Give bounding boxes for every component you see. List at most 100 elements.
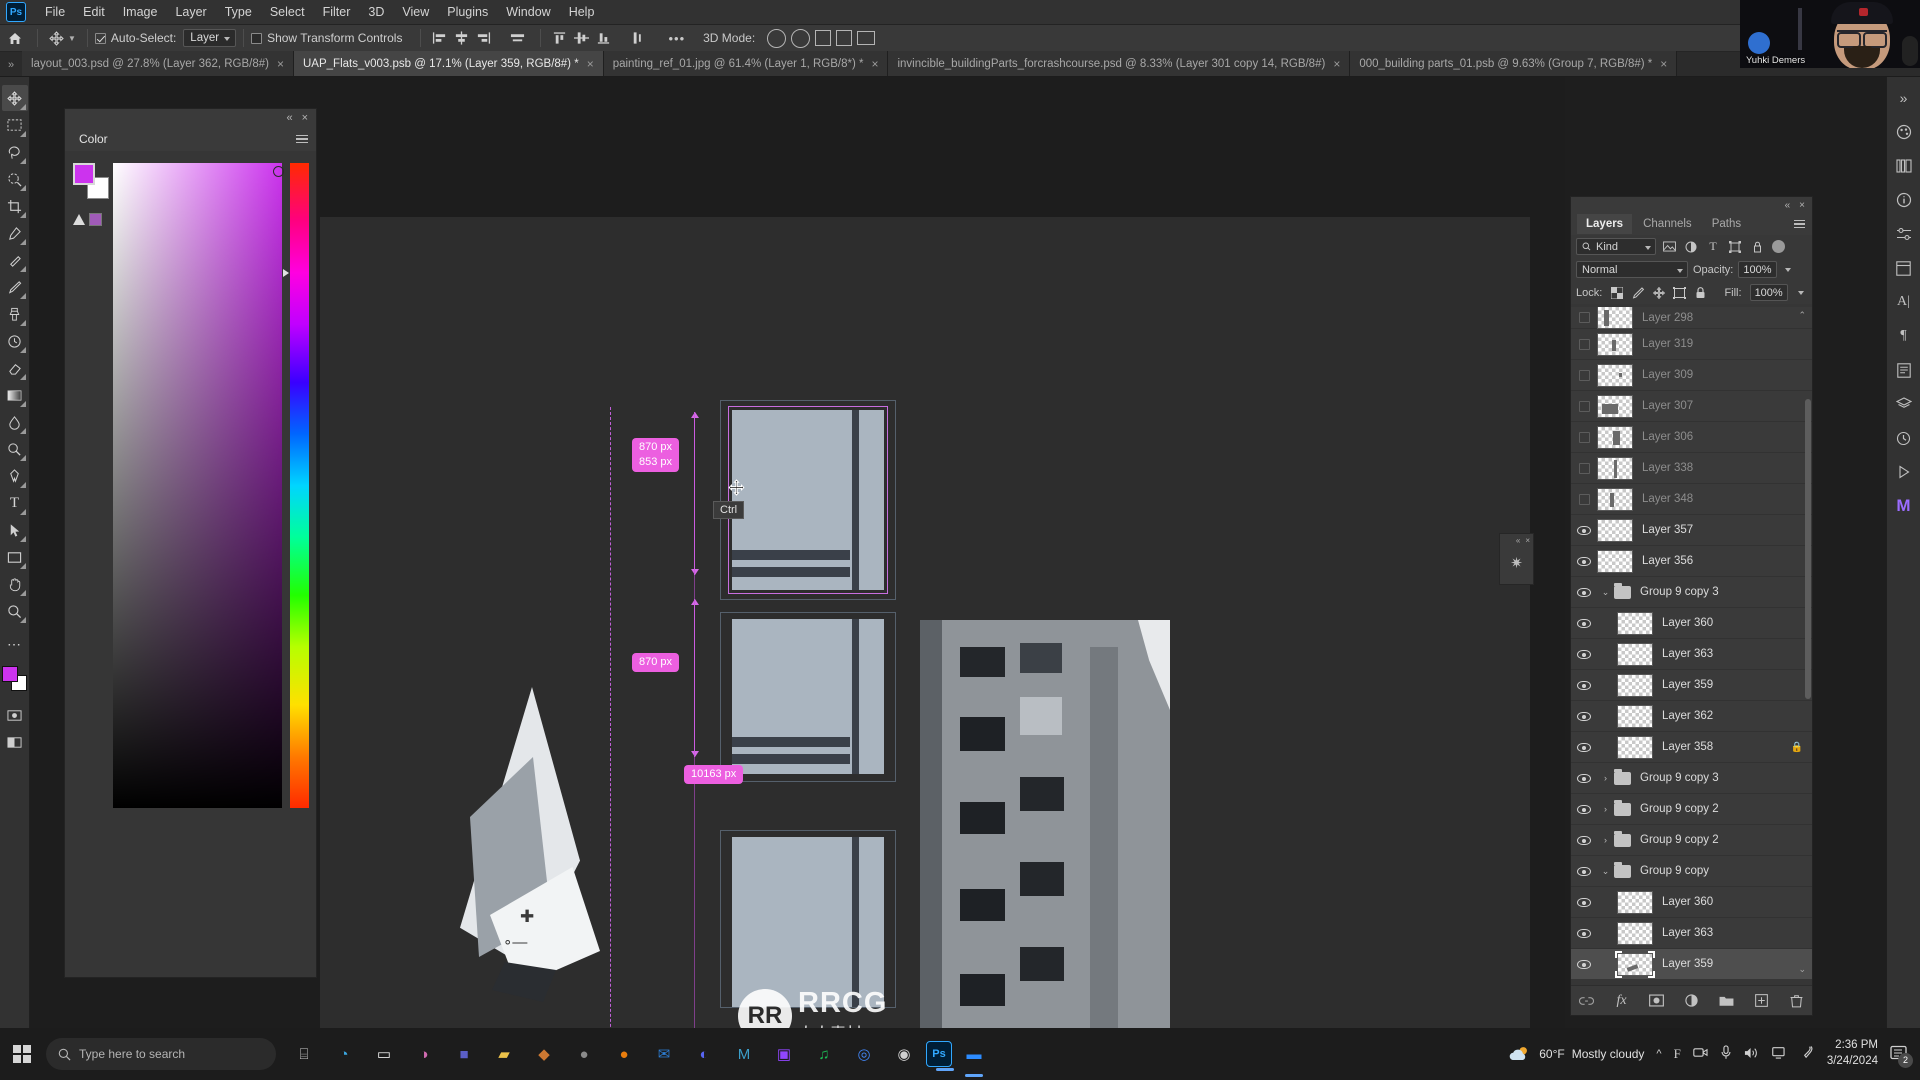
align-vertical-centers-button[interactable]	[570, 28, 592, 48]
notes-panel-icon[interactable]	[1890, 355, 1918, 385]
fill-chevron-down-icon[interactable]	[1796, 284, 1807, 301]
auto-select-checkbox[interactable]	[94, 32, 106, 44]
volume-icon[interactable]	[1744, 1046, 1760, 1063]
align-bottom-edges-button[interactable]	[592, 28, 614, 48]
color-picker-ring[interactable]	[273, 166, 284, 177]
layer-group-row[interactable]: › Group 9 copy 2	[1571, 825, 1812, 856]
distribute-vertically-button[interactable]	[626, 28, 648, 48]
opacity-value[interactable]: 100%	[1738, 261, 1777, 278]
clone-stamp-icon[interactable]	[2, 301, 28, 327]
layer-thumbnail[interactable]	[1597, 332, 1633, 356]
blend-mode-dropdown[interactable]: Normal	[1576, 261, 1688, 278]
link-layers-icon[interactable]	[1578, 992, 1596, 1010]
path-selection-icon[interactable]	[2, 517, 28, 543]
microphone-icon[interactable]	[1720, 1045, 1732, 1063]
align-top-edges-button[interactable]	[548, 28, 570, 48]
layer-group-row[interactable]: ⌄ Group 9 copy	[1571, 856, 1812, 887]
layer-visibility-eye-icon[interactable]	[1571, 608, 1597, 639]
panel-menu-icon[interactable]	[1794, 219, 1805, 229]
spot-healing-brush-icon[interactable]	[2, 247, 28, 273]
menu-3d[interactable]: 3D	[359, 2, 393, 22]
menu-select[interactable]: Select	[261, 2, 314, 22]
crop-icon[interactable]	[2, 193, 28, 219]
f-secure-icon[interactable]: F	[1674, 1046, 1681, 1062]
layers-vertical-scrollbar[interactable]	[1805, 309, 1811, 739]
foreground-color-swatch[interactable]	[73, 163, 95, 185]
layer-thumbnail[interactable]	[1597, 425, 1633, 449]
layer-row[interactable]: Layer 307	[1571, 391, 1812, 422]
menu-image[interactable]: Image	[114, 2, 167, 22]
more-tools-icon[interactable]: ⋯	[2, 631, 28, 657]
layer-row[interactable]: Layer 319	[1571, 329, 1812, 360]
scroll-down-icon[interactable]: ⌄	[1798, 964, 1806, 975]
edge-icon[interactable]: ◔	[326, 1036, 362, 1072]
sparkle-neural-filters-icon[interactable]: ✷	[1500, 546, 1533, 580]
blur-icon[interactable]	[2, 409, 28, 435]
lock-transparent-pixels-icon[interactable]	[1610, 285, 1623, 300]
collapse-icon[interactable]: «	[286, 112, 292, 124]
layer-visibility-eye-icon[interactable]	[1571, 794, 1597, 825]
spotify-icon[interactable]: ♫	[806, 1036, 842, 1072]
tab-overflow-icon[interactable]: »	[0, 59, 22, 76]
camera-icon[interactable]	[1693, 1046, 1708, 1062]
layer-visibility-eye-icon[interactable]	[1571, 701, 1597, 732]
show-hidden-icons-chevron[interactable]: ^	[1656, 1048, 1661, 1060]
type-icon[interactable]: T	[2, 490, 28, 516]
layer-row[interactable]: Layer 348	[1571, 484, 1812, 515]
pen-icon[interactable]	[2, 463, 28, 489]
taskbar-search-input[interactable]: Type here to search	[46, 1038, 276, 1070]
new-layer-icon[interactable]	[1753, 992, 1771, 1010]
layers-panel[interactable]: « × Layers Channels Paths Kind T Normal …	[1570, 196, 1813, 1016]
pixel-layer-filter-icon[interactable]	[1660, 238, 1678, 256]
close-icon[interactable]: ×	[277, 58, 284, 70]
layer-thumbnail[interactable]	[1617, 642, 1653, 666]
zoom-icon[interactable]: ▬	[956, 1036, 992, 1077]
layer-visibility-eye-icon[interactable]	[1571, 887, 1597, 918]
collapse-rail-icon[interactable]: »	[1890, 83, 1918, 113]
close-icon[interactable]: ×	[1333, 58, 1340, 70]
info-panel-icon[interactable]	[1890, 185, 1918, 215]
layer-visibility-eye-icon[interactable]	[1571, 732, 1597, 763]
align-left-edges-button[interactable]	[428, 28, 450, 48]
chevron-right-icon[interactable]: ›	[1597, 773, 1614, 783]
network-icon[interactable]	[1772, 1046, 1788, 1063]
layer-visibility-off-icon[interactable]	[1571, 329, 1597, 360]
chevron-down-icon[interactable]: ⌄	[1597, 587, 1614, 598]
distribute-horizontally-button[interactable]	[506, 28, 528, 48]
zoom-icon[interactable]	[2, 598, 28, 624]
layer-visibility-eye-icon[interactable]	[1571, 639, 1597, 670]
color-swatch-pair[interactable]	[73, 163, 109, 199]
layer-group-row[interactable]: › Group 9 copy 3	[1571, 763, 1812, 794]
lasso-icon[interactable]	[2, 139, 28, 165]
close-icon[interactable]: ×	[1799, 200, 1805, 211]
home-icon[interactable]	[0, 32, 30, 45]
eraser-icon[interactable]	[2, 355, 28, 381]
hue-slider[interactable]	[290, 163, 309, 808]
scrollbar-thumb[interactable]	[1805, 399, 1811, 699]
menu-layer[interactable]: Layer	[166, 2, 215, 22]
new-adjustment-layer-icon[interactable]	[1683, 992, 1701, 1010]
layer-style-fx-icon[interactable]: fx	[1613, 992, 1631, 1010]
layer-visibility-eye-icon[interactable]	[1571, 825, 1597, 856]
type-layer-filter-icon[interactable]: T	[1704, 238, 1722, 256]
tab-paths[interactable]: Paths	[1703, 214, 1750, 234]
layer-visibility-eye-icon[interactable]	[1571, 546, 1597, 577]
move-tool-options-icon[interactable]: ▼	[45, 30, 80, 46]
outlook-icon[interactable]: ✉	[646, 1036, 682, 1072]
rectangle-shape-icon[interactable]	[2, 544, 28, 570]
close-icon[interactable]: ×	[1525, 536, 1530, 545]
adjustment-layer-filter-icon[interactable]	[1682, 238, 1700, 256]
chevron-right-icon[interactable]: ›	[1597, 835, 1614, 845]
color-spectrum-field[interactable]	[113, 163, 284, 808]
layer-visibility-off-icon[interactable]	[1571, 391, 1597, 422]
close-icon[interactable]: ×	[587, 58, 594, 70]
layer-thumbnail[interactable]	[1597, 518, 1633, 542]
chevron-right-icon[interactable]: ›	[1597, 804, 1614, 814]
layer-visibility-off-icon[interactable]	[1571, 453, 1597, 484]
layer-visibility-eye-icon[interactable]	[1571, 515, 1597, 546]
document-canvas[interactable]: ✚ ∘— 870 px 853 px 870 px 10163 px Ctrl …	[320, 217, 1530, 1032]
layer-row[interactable]: Layer 362	[1571, 701, 1812, 732]
layer-list[interactable]: Layer 298 Layer 319 Layer 309 Layer 307 Laye…	[1571, 307, 1812, 979]
screen-mode-icon[interactable]	[2, 729, 28, 755]
maya-icon[interactable]: M	[726, 1036, 762, 1072]
